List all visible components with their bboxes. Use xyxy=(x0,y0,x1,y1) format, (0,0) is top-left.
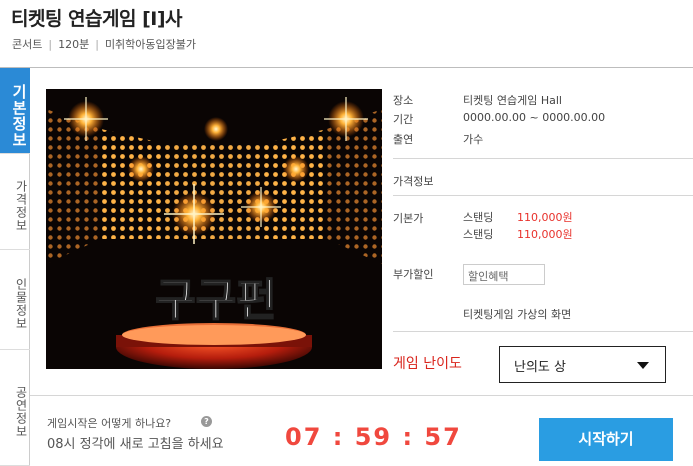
poster-title: 구구펀 xyxy=(155,275,276,326)
performance-meta: 콘서트 | 120분 | 미취학아동입장불가 xyxy=(12,36,196,52)
meta-separator: | xyxy=(95,38,99,51)
seat-price: 110,000원 xyxy=(517,228,573,241)
seat-type: 스탠딩 xyxy=(463,228,494,241)
countdown-timer: 07 : 59 : 57 xyxy=(285,423,462,451)
discount-benefit-button[interactable]: 할인혜택 xyxy=(463,264,545,285)
base-price-label: 기본가 xyxy=(393,212,424,225)
tab-cast-info[interactable]: 인물정보 xyxy=(0,250,30,350)
price-list: 스탠딩 110,000원 스탠딩 110,000원 xyxy=(463,209,573,243)
refresh-notice: 08시 정각에 새로 고침을 하세요 xyxy=(47,437,224,452)
how-to-start-question: 게임시작은 어떻게 하나요? xyxy=(47,417,172,430)
meta-genre: 콘서트 xyxy=(12,38,43,51)
seat-type: 스탠딩 xyxy=(463,211,494,224)
concert-poster: 구구펀 xyxy=(46,89,382,369)
meta-separator: | xyxy=(48,38,53,51)
info-divider xyxy=(393,195,693,196)
cast-value: 가수 xyxy=(463,133,484,146)
cast-label: 출연 xyxy=(393,133,414,146)
venue-value: 티켓팅 연습게임 Hall xyxy=(463,94,562,107)
discount-label: 부가할인 xyxy=(393,268,434,281)
page-title: 티켓팅 연습게임 [I]사 xyxy=(11,8,183,30)
meta-age-limit: 미취학아동입장불가 xyxy=(104,38,197,51)
footer-divider xyxy=(30,395,693,396)
difficulty-select[interactable]: 난의도 상 xyxy=(499,346,666,383)
price-row: 스탠딩 110,000원 xyxy=(463,209,573,226)
help-icon[interactable]: ? xyxy=(201,416,212,427)
period-label: 기간 xyxy=(393,113,414,126)
price-row: 스탠딩 110,000원 xyxy=(463,226,573,243)
seat-price: 110,000원 xyxy=(517,211,573,224)
virtual-screen-caption: 티켓팅게임 가상의 화면 xyxy=(463,308,572,321)
tab-basic-info[interactable]: 기본정보 xyxy=(0,68,30,154)
dropdown-arrow-icon xyxy=(637,362,649,369)
header-divider xyxy=(0,67,693,68)
price-section-label: 가격정보 xyxy=(393,175,434,188)
vertical-tab-bar: 기본정보 가격정보 인물정보 공연정보 xyxy=(0,68,30,466)
start-button[interactable]: 시작하기 xyxy=(539,418,673,461)
tab-show-info[interactable]: 공연정보 xyxy=(0,350,30,466)
info-divider xyxy=(393,331,693,332)
difficulty-label: 게임 난이도 xyxy=(393,356,462,372)
period-value: 0000.00.00 ~ 0000.00.00 xyxy=(463,111,606,124)
meta-duration: 120분 xyxy=(58,38,90,51)
info-divider xyxy=(393,158,693,159)
tab-price-info[interactable]: 가격정보 xyxy=(0,154,30,250)
venue-label: 장소 xyxy=(393,94,414,107)
difficulty-selected-value: 난의도 상 xyxy=(514,360,566,375)
